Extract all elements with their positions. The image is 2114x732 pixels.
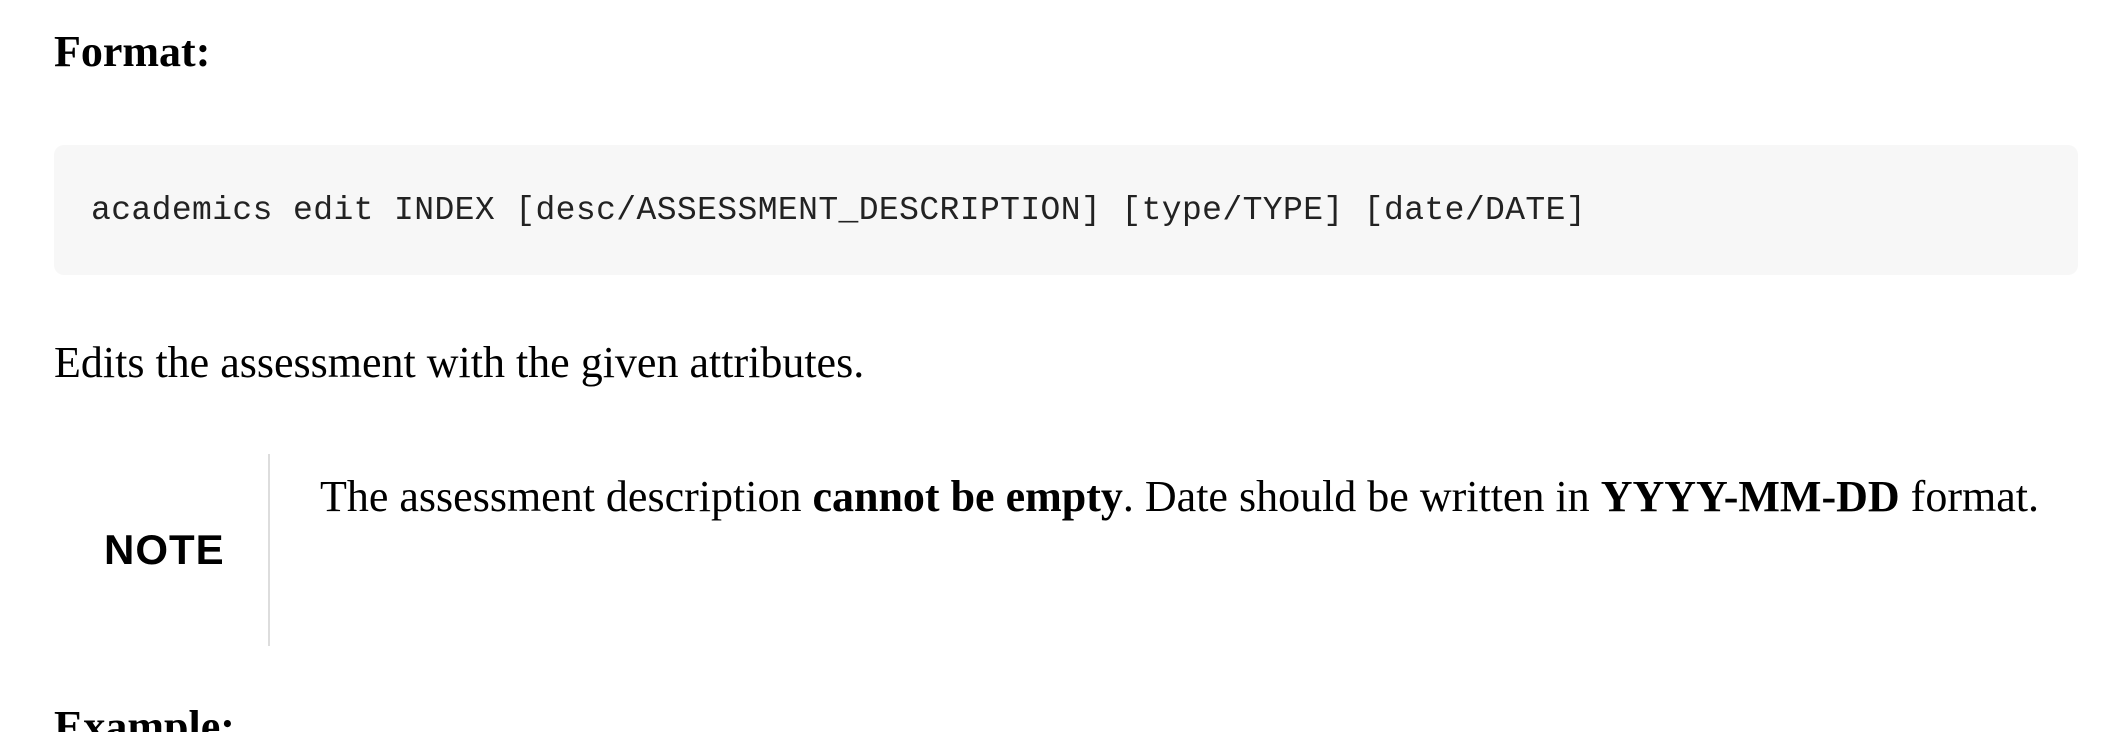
format-heading: Format:: [54, 27, 211, 76]
note-text-3: format.: [1899, 472, 2039, 521]
note-text-2: . Date should be written in: [1122, 472, 1601, 521]
note-divider: [268, 454, 270, 646]
code-block: academics edit INDEX [desc/ASSESSMENT_DE…: [54, 145, 2078, 275]
note-bold-empty: cannot be empty: [812, 472, 1123, 521]
note-content: The assessment description cannot be emp…: [320, 461, 2040, 533]
command-description: Edits the assessment with the given attr…: [54, 338, 865, 387]
note-admonition: NOTE The assessment description cannot b…: [54, 454, 2078, 646]
note-bold-date-format: YYYY-MM-DD: [1600, 472, 1900, 521]
note-label: NOTE: [104, 526, 225, 573]
note-text-1: The assessment description: [320, 472, 813, 521]
example-heading: Example:: [54, 702, 235, 732]
command-format-code: academics edit INDEX [desc/ASSESSMENT_DE…: [91, 191, 1587, 229]
